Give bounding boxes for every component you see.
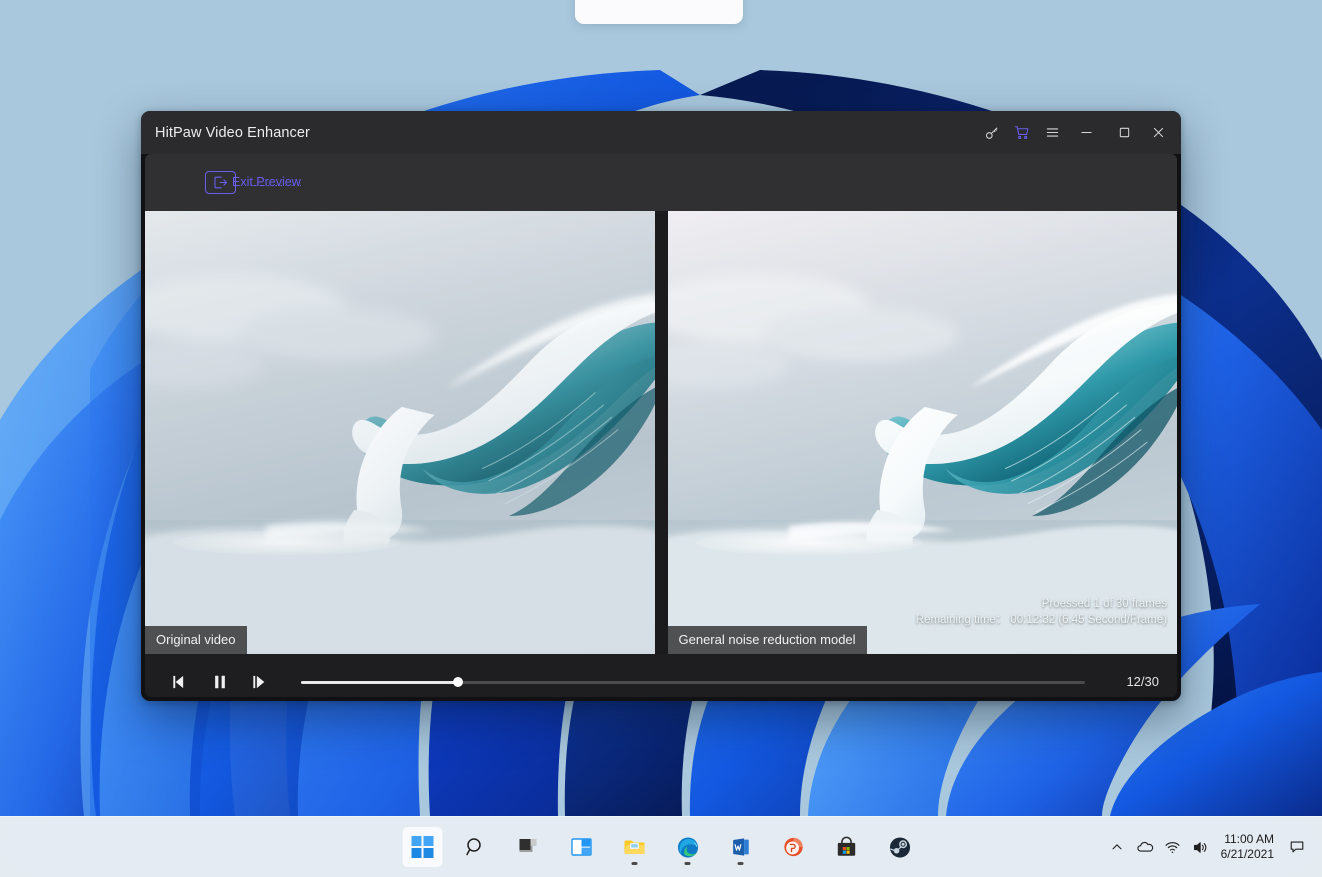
- task-view-icon: [519, 839, 537, 852]
- player-controls: 12/30: [145, 654, 1177, 697]
- hitpaw-video-enhancer-window: HitPaw Video Enhancer Exit Preview Origi…: [141, 111, 1181, 701]
- windows-taskbar: 11:00 AM 6/21/2021: [0, 816, 1322, 877]
- original-video-pane[interactable]: Original video: [145, 211, 655, 655]
- running-indicator: [684, 862, 691, 865]
- notification-center-button[interactable]: [1282, 827, 1312, 867]
- exit-preview-button[interactable]: Exit Preview: [205, 171, 301, 194]
- enhanced-video-pane[interactable]: Proessed 1 of 30 frames Remaining time： …: [667, 211, 1177, 655]
- powerpoint-icon: [784, 837, 803, 857]
- taskbar-system-tray: 11:00 AM 6/21/2021: [1103, 817, 1312, 877]
- taskbar-item-widgets[interactable]: [562, 827, 602, 867]
- windows-logo-icon: [411, 836, 434, 858]
- window-controls: [977, 111, 1181, 154]
- top-white-card: [575, 0, 743, 24]
- taskbar-item-start[interactable]: [402, 827, 443, 867]
- taskbar-item-search[interactable]: [456, 827, 496, 867]
- progress-knob[interactable]: [452, 677, 463, 688]
- preview-toolbar: Exit Preview: [145, 154, 1177, 211]
- pause-button[interactable]: [207, 669, 233, 695]
- exit-preview-label: Exit Preview: [232, 175, 301, 189]
- search-icon: [466, 838, 481, 856]
- edge-icon: [677, 836, 698, 858]
- window-title: HitPaw Video Enhancer: [155, 124, 310, 141]
- taskbar-item-task-view[interactable]: [509, 827, 549, 867]
- window-titlebar[interactable]: HitPaw Video Enhancer: [141, 111, 1181, 154]
- preview-compare-area: Original video Proessed 1 of 30 frames R…: [145, 211, 1177, 655]
- taskbar-center-group: [402, 817, 920, 877]
- taskbar-item-word[interactable]: [721, 827, 761, 867]
- previous-frame-button[interactable]: [167, 669, 193, 695]
- clock-time: 11:00 AM: [1224, 832, 1274, 846]
- volume-icon[interactable]: [1187, 827, 1215, 867]
- hamburger-menu-icon[interactable]: [1037, 111, 1067, 154]
- file-explorer-icon: [624, 840, 645, 855]
- key-icon[interactable]: [977, 111, 1007, 154]
- taskbar-item-steam[interactable]: [880, 827, 920, 867]
- taskbar-item-edge[interactable]: [668, 827, 708, 867]
- close-icon[interactable]: [1143, 111, 1181, 154]
- show-hidden-icons-button[interactable]: [1103, 827, 1131, 867]
- widgets-icon: [571, 838, 592, 856]
- playback-progress-slider[interactable]: [301, 672, 1085, 692]
- shopping-cart-icon[interactable]: [1007, 111, 1037, 154]
- taskbar-item-powerpoint[interactable]: [774, 827, 814, 867]
- running-indicator: [737, 862, 744, 865]
- maximize-icon[interactable]: [1105, 111, 1143, 154]
- processing-status: Proessed 1 of 30 frames Remaining time： …: [916, 596, 1167, 628]
- steam-icon: [889, 836, 910, 858]
- desktop: HitPaw Video Enhancer Exit Preview Origi…: [0, 0, 1322, 877]
- window-body: Exit Preview Original video Proessed 1 o…: [145, 154, 1177, 697]
- taskbar-item-file-explorer[interactable]: [615, 827, 655, 867]
- progress-fill: [301, 680, 458, 684]
- taskbar-clock[interactable]: 11:00 AM 6/21/2021: [1215, 832, 1282, 862]
- running-indicator: [631, 862, 638, 865]
- next-frame-button[interactable]: [247, 669, 273, 695]
- word-icon: [733, 838, 749, 856]
- microsoft-store-icon: [837, 836, 856, 856]
- clock-date: 6/21/2021: [1220, 847, 1274, 861]
- wifi-icon[interactable]: [1159, 827, 1187, 867]
- taskbar-item-microsoft-store[interactable]: [827, 827, 867, 867]
- minimize-icon[interactable]: [1067, 111, 1105, 154]
- original-video-label: Original video: [145, 626, 247, 655]
- onedrive-icon[interactable]: [1131, 827, 1159, 867]
- remaining-time-text: Remaining time： 00:12:32 (6.45 Second/Fr…: [915, 614, 1167, 627]
- enhanced-model-label: General noise reduction model: [667, 626, 867, 655]
- processed-frames-text: Proessed 1 of 30 frames: [1041, 598, 1167, 611]
- frame-counter: 12/30: [1126, 674, 1159, 690]
